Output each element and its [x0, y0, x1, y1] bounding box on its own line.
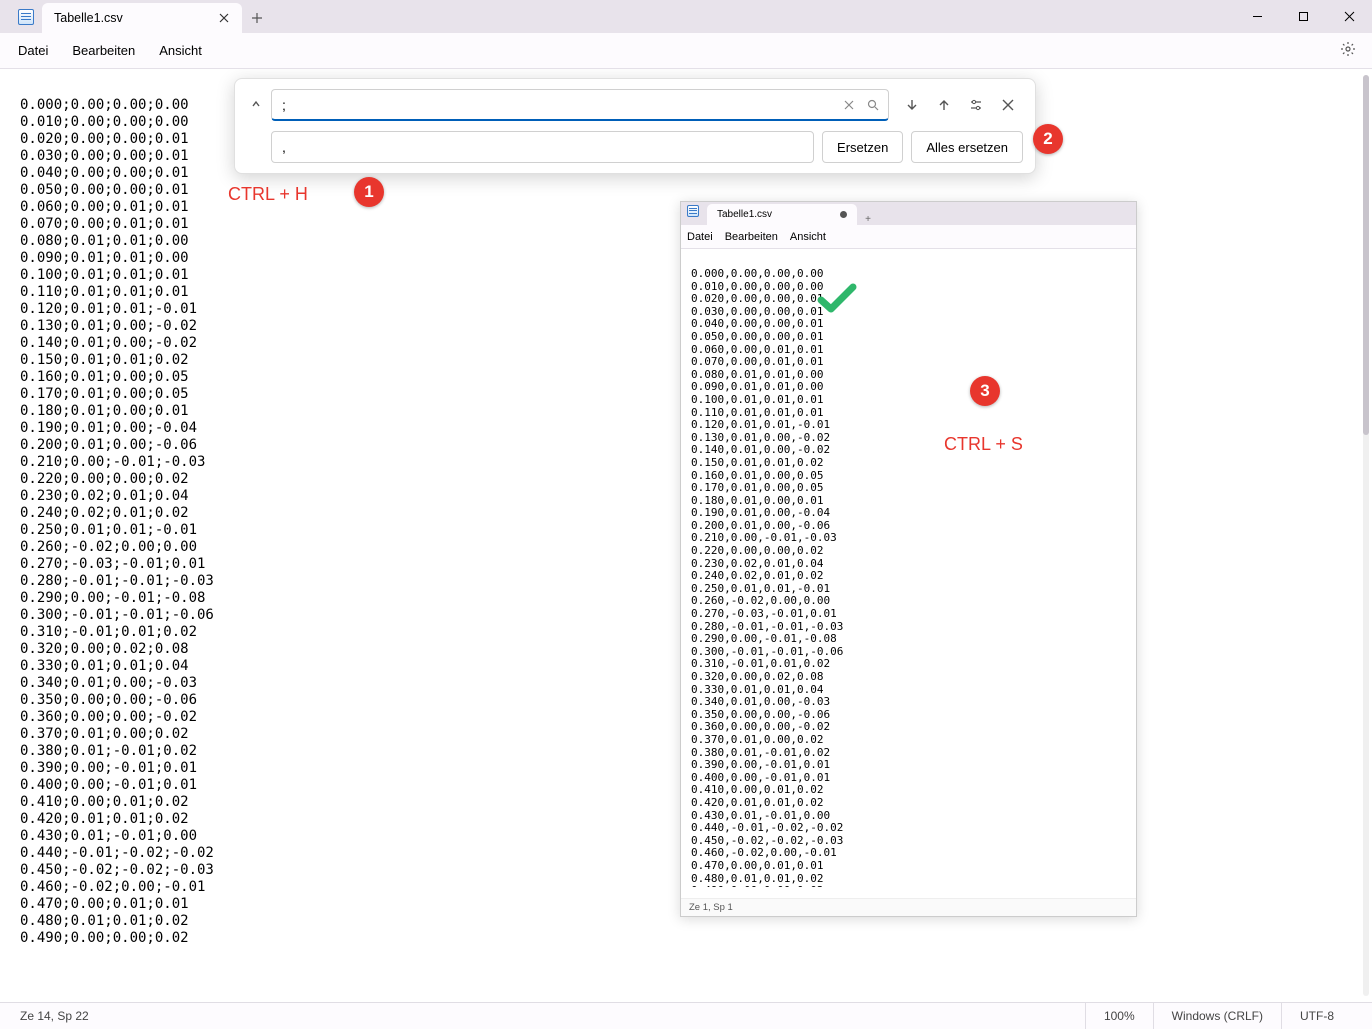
inset-menu-view[interactable]: Ansicht	[790, 231, 826, 243]
tab-active[interactable]: Tabelle1.csv	[42, 3, 242, 33]
close-find-icon[interactable]	[993, 90, 1023, 120]
status-cursor-position[interactable]: Ze 14, Sp 22	[20, 1009, 89, 1023]
inset-status-pos: Ze 1, Sp 1	[689, 902, 733, 913]
app-icon	[10, 0, 42, 33]
inset-menubar: Datei Bearbeiten Ansicht	[681, 225, 1136, 249]
replace-input[interactable]	[271, 131, 814, 163]
statusbar: Ze 14, Sp 22 100% Windows (CRLF) UTF-8	[0, 1002, 1372, 1029]
find-prev-icon[interactable]	[929, 90, 959, 120]
unsaved-indicator-icon	[840, 211, 847, 218]
step3-label: CTRL + S	[944, 434, 1023, 455]
menu-edit[interactable]: Bearbeiten	[60, 37, 147, 64]
find-input[interactable]	[271, 89, 889, 121]
step1-badge: 1	[354, 177, 384, 207]
editor-text[interactable]: 0.000;0.00;0.00;0.00 0.010;0.00;0.00;0.0…	[20, 97, 214, 947]
scrollbar-thumb[interactable]	[1363, 75, 1369, 435]
find-next-icon[interactable]	[897, 90, 927, 120]
inset-editor-text[interactable]: 0.000,0.00,0.00,0.00 0.010,0.00,0.00,0.0…	[681, 260, 1136, 887]
menubar: Datei Bearbeiten Ansicht	[0, 33, 1372, 69]
inset-menu-edit[interactable]: Bearbeiten	[725, 231, 778, 243]
tab-title: Tabelle1.csv	[54, 11, 123, 25]
step2-badge: 2	[1033, 124, 1063, 154]
status-zoom[interactable]: 100%	[1085, 1003, 1153, 1029]
inset-menu-file[interactable]: Datei	[687, 231, 713, 243]
window-close-button[interactable]	[1326, 0, 1372, 33]
step1-label: CTRL + H	[228, 184, 308, 205]
inset-tab-title: Tabelle1.csv	[717, 209, 772, 220]
close-tab-icon[interactable]	[216, 10, 232, 26]
search-icon[interactable]	[863, 95, 883, 115]
inset-tab[interactable]: Tabelle1.csv	[707, 204, 857, 225]
replace-button[interactable]: Ersetzen	[822, 131, 903, 163]
menu-file[interactable]: Datei	[6, 37, 60, 64]
inset-titlebar: Tabelle1.csv +	[681, 202, 1136, 225]
maximize-button[interactable]	[1280, 0, 1326, 33]
titlebar: Tabelle1.csv	[0, 0, 1372, 33]
inset-statusbar: Ze 1, Sp 1	[681, 898, 1136, 916]
replace-all-button[interactable]: Alles ersetzen	[911, 131, 1023, 163]
settings-icon[interactable]	[1330, 35, 1366, 66]
editor-content[interactable]: 0.000;0.00;0.00;0.00 0.010;0.00;0.00;0.0…	[0, 69, 1372, 1002]
find-replace-panel: Ersetzen Alles ersetzen	[234, 78, 1036, 174]
status-line-ending[interactable]: Windows (CRLF)	[1153, 1003, 1281, 1029]
add-tab-button[interactable]	[242, 3, 272, 33]
step3-badge: 3	[970, 376, 1000, 406]
inset-window: Tabelle1.csv + Datei Bearbeiten Ansicht …	[680, 201, 1137, 917]
minimize-button[interactable]	[1234, 0, 1280, 33]
inset-add-tab[interactable]: +	[857, 214, 879, 225]
collapse-icon[interactable]	[247, 89, 265, 119]
status-encoding[interactable]: UTF-8	[1281, 1003, 1352, 1029]
menu-view[interactable]: Ansicht	[147, 37, 214, 64]
inset-app-icon	[687, 205, 703, 221]
find-options-icon[interactable]	[961, 90, 991, 120]
checkmark-icon	[817, 282, 857, 323]
clear-find-icon[interactable]	[839, 95, 859, 115]
